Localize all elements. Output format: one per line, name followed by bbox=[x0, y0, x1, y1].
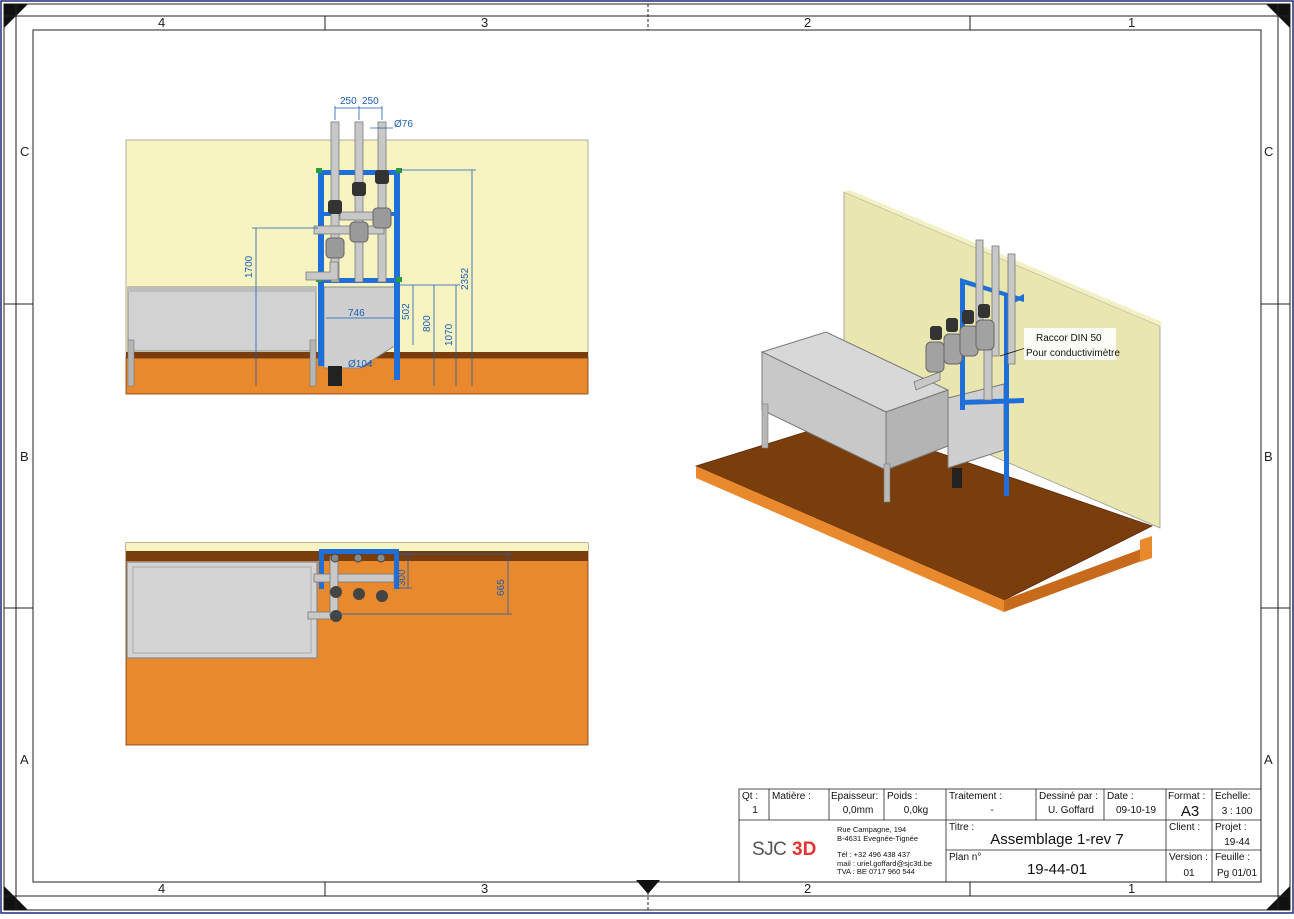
dim-665: 665 bbox=[496, 579, 507, 596]
iso-floor-step bbox=[1140, 536, 1152, 562]
dim-diameter-76: Ø76 bbox=[394, 119, 413, 130]
dessine-value: U. Goffard bbox=[1048, 805, 1094, 816]
company-address: Rue Campagne, 194 B-4631 Evegnée-Tignée … bbox=[837, 825, 932, 877]
row-label-left-a: A bbox=[20, 752, 29, 767]
dim-diameter-104: Ø104 bbox=[348, 359, 373, 370]
address-line-2: B-4631 Evegnée-Tignée bbox=[837, 833, 919, 843]
col-label-bottom-1: 1 bbox=[1128, 881, 1136, 896]
traitement-label: Traitement : bbox=[949, 791, 1002, 802]
dim-250-right: 250 bbox=[362, 96, 379, 107]
iso-drain bbox=[952, 468, 962, 488]
iso-callout-line1: Raccor DIN 50 bbox=[1036, 333, 1102, 344]
titre-value: Assemblage 1-rev 7 bbox=[990, 831, 1124, 848]
row-label-right-b: B bbox=[1264, 449, 1273, 464]
client-label: Client : bbox=[1169, 822, 1201, 833]
projet-label: Projet : bbox=[1215, 822, 1247, 833]
version-value: 01 bbox=[1183, 868, 1195, 879]
epaisseur-value: 0,0mm bbox=[842, 805, 874, 816]
top-bath bbox=[126, 561, 318, 659]
svg-text:SJC: SJC bbox=[752, 839, 786, 860]
dim-502: 502 bbox=[401, 303, 412, 320]
top-view: 300 665 bbox=[125, 542, 589, 746]
row-label-right-a: A bbox=[1264, 752, 1273, 767]
front-bath-leg-right bbox=[309, 339, 317, 387]
epaisseur-label: Epaisseur: bbox=[831, 791, 879, 802]
col-label-bottom-3: 3 bbox=[481, 881, 489, 896]
iso-view: Raccor DIN 50 Pour conductivimètre bbox=[694, 190, 1162, 612]
dim-800: 800 bbox=[422, 315, 433, 332]
front-bath-leg-left bbox=[127, 339, 135, 387]
iso-callout-line2: Pour conductivimètre bbox=[1026, 348, 1120, 359]
poids-label: Poids : bbox=[887, 791, 918, 802]
front-view: 250 250 Ø76 1700 2352 746 502 800 1070 Ø… bbox=[125, 96, 589, 395]
echelle-value: 3 : 100 bbox=[1221, 806, 1253, 817]
drawing-sheet: 250 250 Ø76 1700 2352 746 502 800 1070 Ø… bbox=[0, 0, 1294, 914]
feuille-value: Pg 01/01 bbox=[1216, 868, 1258, 879]
dim-300: 300 bbox=[397, 569, 408, 586]
dim-2352: 2352 bbox=[460, 267, 471, 290]
svg-text:3D: 3D bbox=[792, 839, 816, 860]
format-label: Format : bbox=[1168, 791, 1206, 802]
address-line-6: TVA : BE 0717 960 544 bbox=[837, 867, 915, 876]
date-value: 09-10-19 bbox=[1115, 805, 1157, 816]
col-label-top-3: 3 bbox=[481, 15, 489, 30]
version-label: Version : bbox=[1169, 852, 1208, 863]
plan-value: 19-44-01 bbox=[1026, 861, 1088, 878]
feuille-label: Feuille : bbox=[1215, 852, 1251, 863]
matiere-label: Matière : bbox=[772, 791, 811, 802]
row-label-right-c: C bbox=[1264, 144, 1274, 159]
dim-1070: 1070 bbox=[444, 323, 455, 346]
col-label-top-1: 1 bbox=[1128, 15, 1136, 30]
dim-1700: 1700 bbox=[244, 255, 255, 278]
front-bath bbox=[127, 286, 317, 352]
qt-value: 1 bbox=[752, 805, 758, 816]
projet-value: 19-44 bbox=[1224, 837, 1250, 848]
date-label: Date : bbox=[1107, 791, 1134, 802]
col-label-bottom-2: 2 bbox=[804, 881, 812, 896]
traitement-value: - bbox=[990, 805, 994, 816]
center-mark-bottom bbox=[636, 880, 660, 894]
company-logo: SJC 3D bbox=[752, 839, 816, 860]
col-label-top-4: 4 bbox=[158, 15, 166, 30]
poids-value: 0,0kg bbox=[903, 805, 929, 816]
front-drain bbox=[328, 366, 342, 386]
col-label-bottom-4: 4 bbox=[158, 881, 166, 896]
format-value: A3 bbox=[1180, 803, 1200, 820]
echelle-label: Echelle: bbox=[1215, 791, 1251, 802]
col-label-top-2: 2 bbox=[804, 15, 812, 30]
row-label-left-b: B bbox=[20, 449, 29, 464]
drawing-canvas: 250 250 Ø76 1700 2352 746 502 800 1070 Ø… bbox=[0, 0, 1294, 914]
dessine-label: Dessiné par : bbox=[1039, 791, 1098, 802]
dim-250-left: 250 bbox=[340, 96, 357, 107]
dim-746: 746 bbox=[348, 308, 365, 319]
qt-label: Qt : bbox=[742, 791, 759, 802]
row-label-left-c: C bbox=[20, 144, 30, 159]
front-bath-rim bbox=[128, 287, 316, 292]
